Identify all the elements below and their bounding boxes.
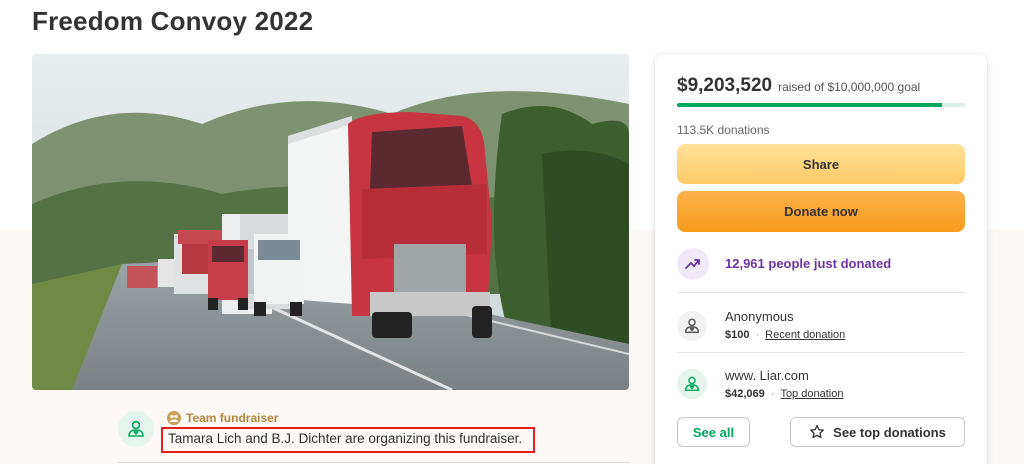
donor-avatar — [677, 311, 707, 341]
donor-name: Anonymous — [725, 309, 794, 324]
raised-summary: $9,203,520 raised of $10,000,000 goal — [677, 75, 920, 97]
donation-amount: $42,069 — [725, 388, 765, 400]
trending-up-icon — [685, 259, 700, 269]
organizer-text: Tamara Lich and B.J. Dichter are organiz… — [161, 427, 535, 453]
see-all-button[interactable]: See all — [677, 417, 750, 447]
person-heart-icon — [684, 376, 700, 392]
team-label-text: Team fundraiser — [186, 411, 279, 425]
see-top-donations-label: See top donations — [833, 424, 946, 440]
trucks-on-highway-photo — [32, 54, 629, 390]
progress-bar — [677, 103, 965, 107]
page-title: Freedom Convoy 2022 — [32, 6, 314, 36]
recent-donation-link[interactable]: Recent donation — [765, 329, 845, 341]
separator-dot: · — [770, 388, 775, 400]
donation-meta: $42,069 · Top donation — [725, 388, 843, 400]
separator-dot: · — [755, 329, 760, 341]
divider — [677, 352, 965, 353]
star-outline-icon — [810, 424, 825, 439]
divider — [118, 462, 629, 463]
donor-name: www. Liar.com — [725, 368, 809, 383]
goal-text: raised of $10,000,000 goal — [778, 80, 921, 94]
team-fundraiser-label: Team fundraiser — [167, 411, 278, 425]
team-icon — [167, 411, 181, 425]
see-top-donations-button[interactable]: See top donations — [790, 417, 965, 447]
donor-avatar — [677, 369, 707, 399]
recent-donors-count[interactable]: 12,961 people just donated — [725, 256, 891, 271]
donate-now-button[interactable]: Donate now — [677, 191, 965, 232]
person-heart-icon — [128, 420, 144, 437]
raised-amount: $9,203,520 — [677, 75, 773, 96]
top-donation-link[interactable]: Top donation — [780, 388, 843, 400]
trend-icon-badge — [677, 248, 709, 280]
donation-meta: $100 · Recent donation — [725, 329, 845, 341]
donation-amount: $100 — [725, 329, 750, 341]
share-button[interactable]: Share — [677, 144, 965, 184]
person-heart-icon — [684, 318, 700, 334]
organizer-avatar — [118, 411, 154, 447]
divider — [677, 292, 965, 293]
progress-fill — [677, 103, 942, 107]
donations-count: 113.5K donations — [677, 123, 770, 137]
hero-image — [32, 54, 629, 390]
donation-card: $9,203,520 raised of $10,000,000 goal 11… — [655, 54, 987, 464]
